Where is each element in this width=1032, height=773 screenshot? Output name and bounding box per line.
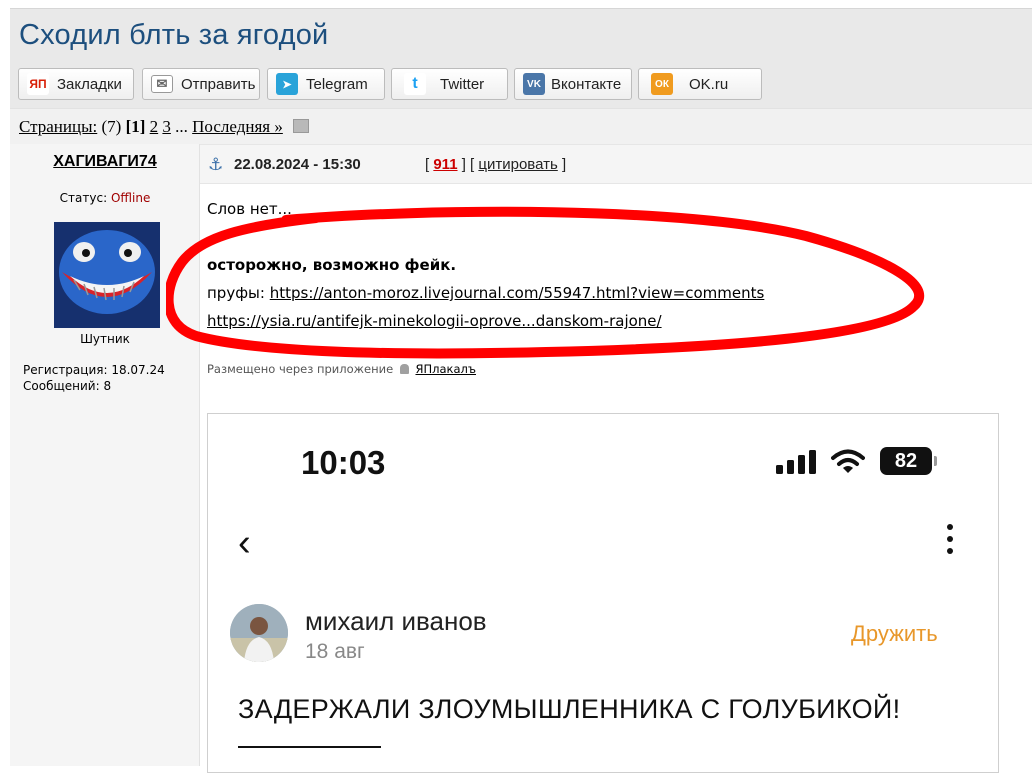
vkontakte-label: Вконтакте (551, 75, 622, 93)
app-link[interactable]: ЯПлакалъ (415, 362, 476, 376)
bookmarks-label: Закладки (57, 75, 122, 93)
pagination-bar: Страницы: (7) [1] 2 3 ... Последняя » (10, 108, 1032, 145)
send-button[interactable]: ✉ Отправить (142, 68, 260, 100)
add-friend-button[interactable]: Дружить (851, 621, 938, 647)
send-label: Отправить (181, 75, 256, 93)
author-title: Шутник (80, 332, 130, 346)
embedded-screenshot: 10:03 82 ‹ михаил иванов 18 авг Дружить … (207, 413, 999, 773)
battery-tip (934, 456, 937, 466)
android-icon (399, 364, 409, 374)
yandex-bookmarks-icon: ЯП (27, 73, 49, 95)
twitter-icon: t (404, 73, 426, 95)
telegram-button[interactable]: ➤ Telegram (267, 68, 385, 100)
battery-indicator: 82 (880, 447, 932, 475)
proofs-line: пруфы: https://anton-moroz.livejournal.c… (207, 279, 764, 307)
page-link-3[interactable]: 3 (162, 117, 171, 136)
wifi-icon (831, 449, 865, 473)
telegram-label: Telegram (306, 75, 368, 93)
current-page: [1] (125, 117, 146, 136)
status-label: Статус: (59, 191, 108, 205)
pagination: Страницы: (7) [1] 2 3 ... Последняя » (19, 117, 310, 137)
topic-title: Сходил блть за ягодой (19, 19, 329, 51)
pages-total: (7) (101, 117, 122, 136)
author-status: Статус: Offline (10, 191, 200, 205)
proofs-label: пруфы: (207, 284, 265, 302)
status-value: Offline (110, 191, 151, 205)
post-rating[interactable]: 911 (433, 156, 457, 173)
more-options-icon[interactable] (944, 524, 956, 560)
post-body: Слов нет... осторожно, возможно фейк. пр… (207, 195, 764, 335)
proof-link-2[interactable]: https://ysia.ru/antifejk-minekologii-opr… (207, 312, 662, 330)
post-headline: ЗАДЕРЖАЛИ ЗЛОУМЫШЛЕННИКА С ГОЛУБИКОЙ! (238, 694, 901, 724)
vkontakte-button[interactable]: VK Вконтакте (514, 68, 632, 100)
profile-name: михаил иванов (305, 606, 487, 636)
twitter-button[interactable]: t Twitter (391, 68, 508, 100)
pages-label[interactable]: Страницы: (19, 117, 97, 136)
proofs-line-2: https://ysia.ru/antifejk-minekologii-opr… (207, 307, 764, 335)
back-arrow-icon[interactable]: ‹ (238, 522, 251, 565)
author-name[interactable]: ХАГИВАГИ74 (10, 153, 200, 171)
fake-warning: осторожно, возможно фейк. (207, 256, 457, 274)
page-link-2[interactable]: 2 (150, 117, 159, 136)
avatar[interactable] (54, 222, 160, 328)
envelope-icon: ✉ (151, 75, 173, 93)
profile-photo (230, 604, 288, 662)
author-panel: ХАГИВАГИ74 Статус: Offline Шутник Регист… (10, 144, 200, 766)
profile-avatar[interactable] (230, 604, 288, 662)
posted-via-label: Размещено через приложение (207, 362, 394, 376)
profile-post-date: 18 авг (305, 640, 365, 663)
vk-icon: VK (523, 73, 545, 95)
battery-level: 82 (894, 450, 918, 472)
topic-header: Сходил блть за ягодой ЯП Закладки ✉ Отпр… (10, 8, 1032, 109)
author-stats: Регистрация: 18.07.24 Сообщений: 8 (23, 362, 165, 394)
signal-icon (776, 450, 816, 474)
last-page-link[interactable]: Последняя » (192, 117, 283, 136)
twitter-label: Twitter (440, 75, 485, 93)
page-jump-icon[interactable] (293, 119, 310, 133)
headline-divider (238, 746, 381, 748)
ok-icon: ОК (651, 73, 673, 95)
anchor-icon[interactable]: ⚓ (208, 155, 223, 175)
pages-ellipsis: ... (175, 117, 188, 136)
post-header: ⚓ 22.08.2024 - 15:30 [ 911 ] [ цитироват… (200, 144, 1032, 184)
ok-label: OK.ru (689, 75, 729, 93)
telegram-icon: ➤ (276, 73, 298, 95)
message-count: Сообщений: 8 (23, 379, 112, 393)
phone-clock: 10:03 (301, 444, 386, 481)
avatar-image (54, 222, 160, 328)
registration-date: Регистрация: 18.07.24 (23, 363, 165, 377)
posted-via: Размещено через приложение ЯПлакалъ (207, 362, 476, 376)
ok-button[interactable]: ОК OK.ru (638, 68, 762, 100)
bookmarks-button[interactable]: ЯП Закладки (18, 68, 134, 100)
post-intro: Слов нет... (207, 200, 292, 218)
post-datetime: 22.08.2024 - 15:30 (234, 156, 361, 173)
proof-link-1[interactable]: https://anton-moroz.livejournal.com/5594… (270, 284, 765, 302)
post-meta: [ 911 ] [ цитировать ] (425, 156, 567, 173)
quote-link[interactable]: цитировать (478, 156, 557, 173)
